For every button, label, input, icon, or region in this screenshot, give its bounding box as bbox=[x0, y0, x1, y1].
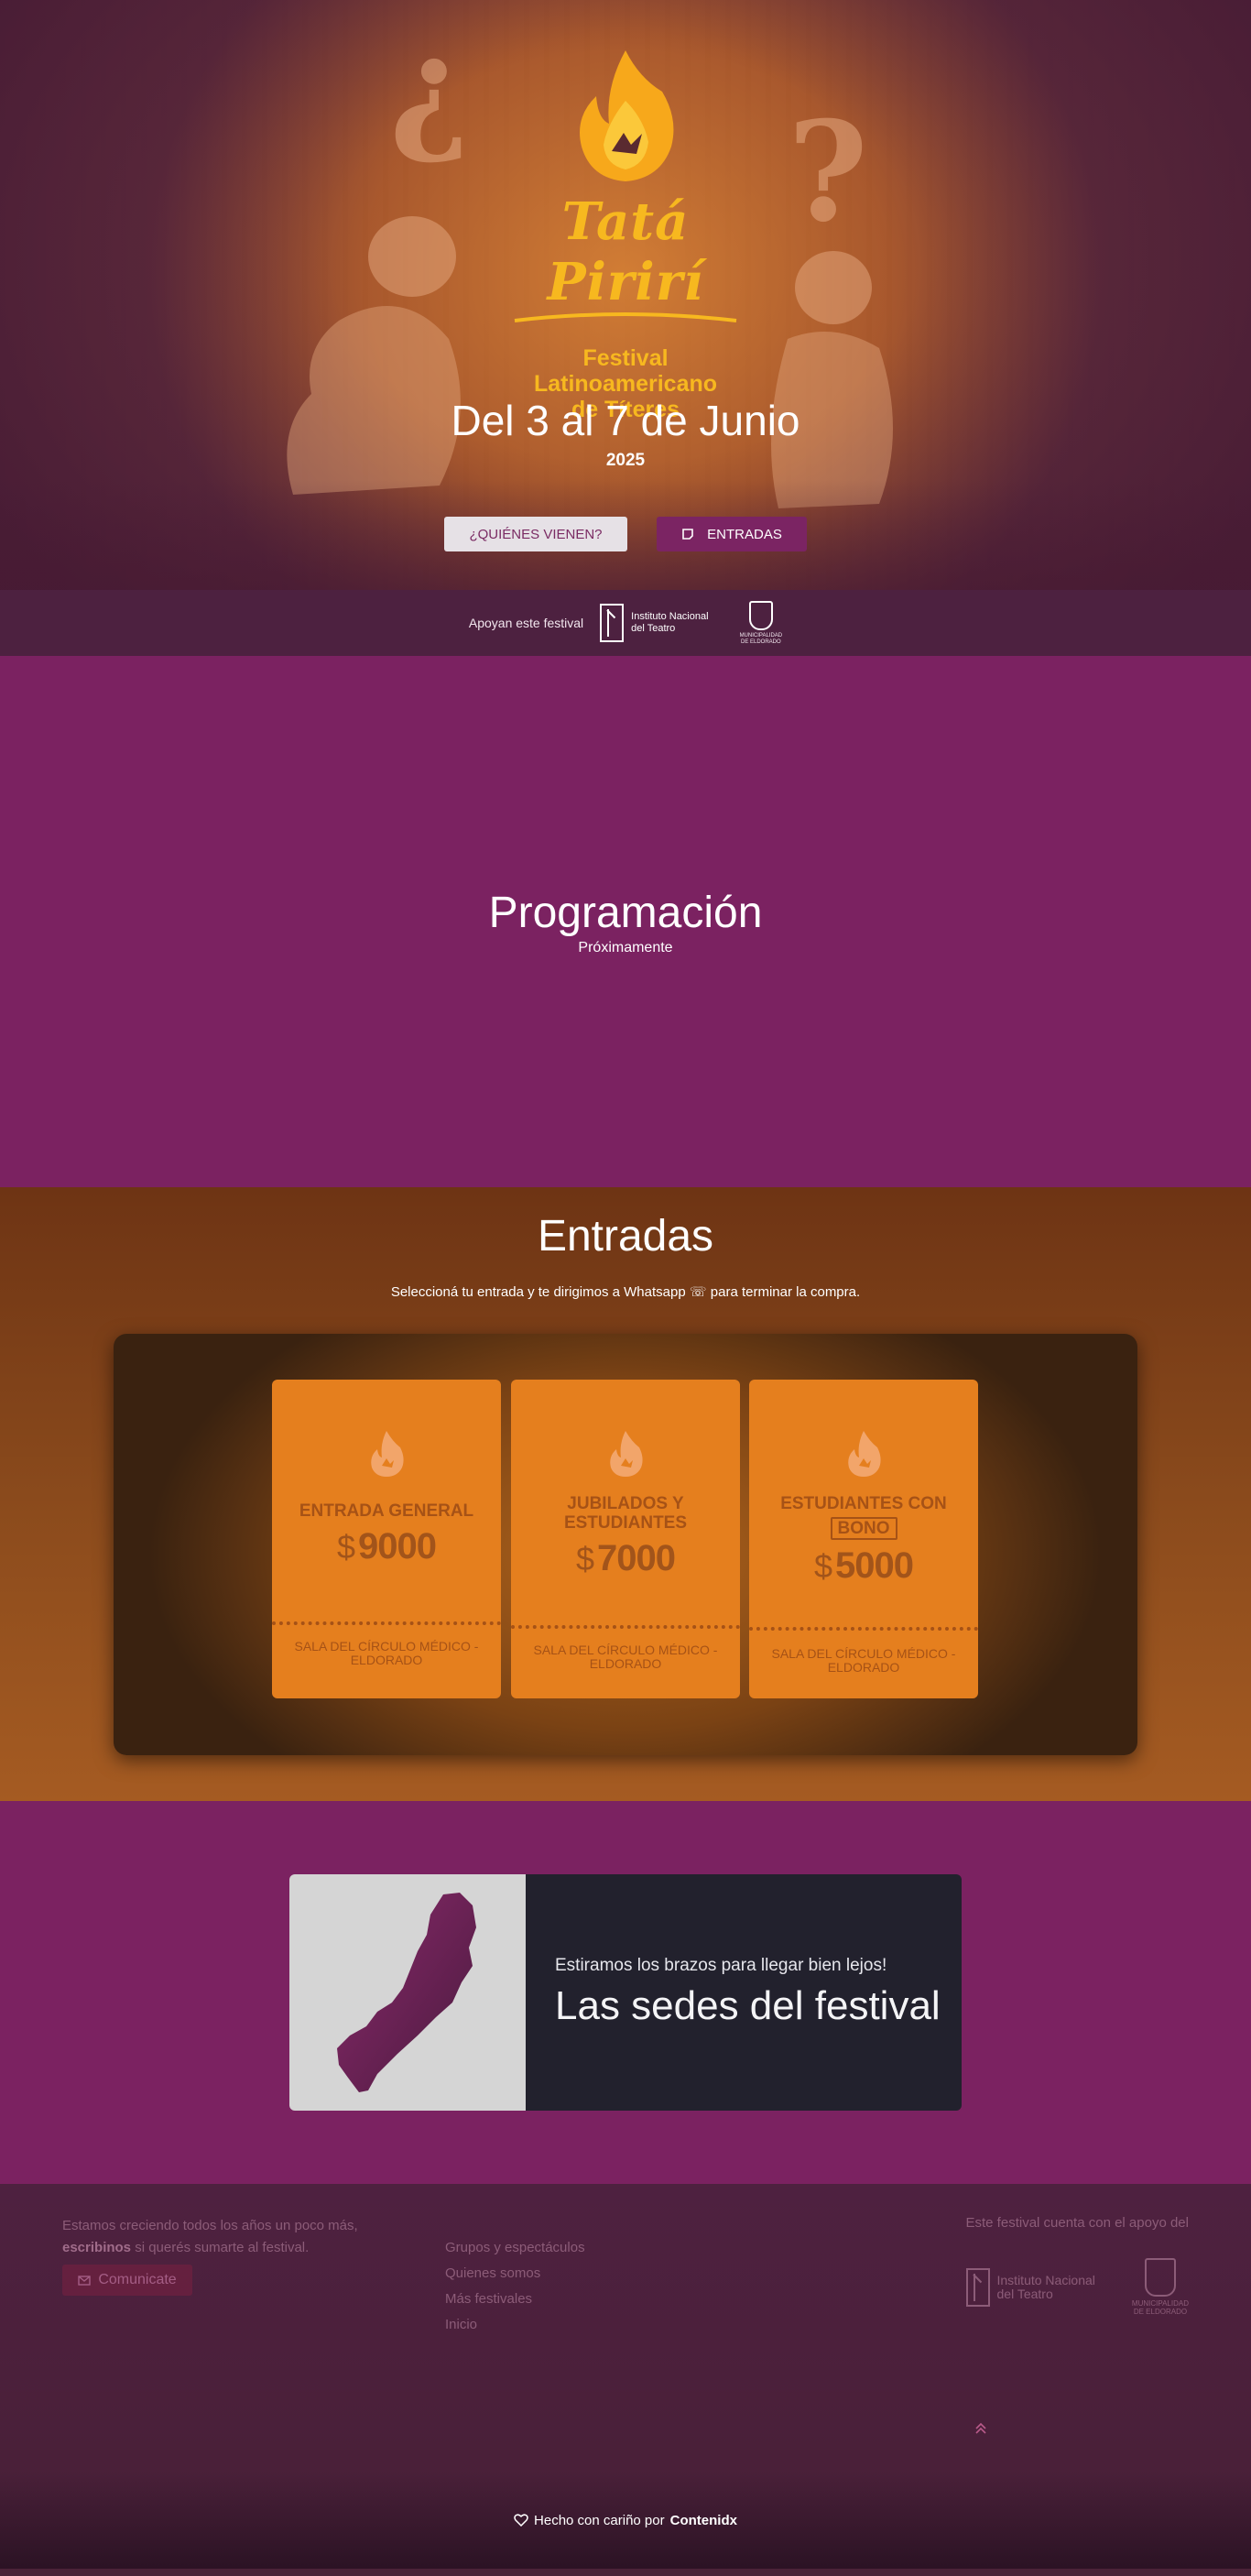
entradas-title: Entradas bbox=[537, 1212, 714, 1261]
ticket-perforation bbox=[272, 1621, 501, 1625]
muni-line2: DE ELDORADO bbox=[741, 639, 781, 645]
instituto-nacional-teatro-logo: Instituto Nacional del Teatro bbox=[965, 2267, 1095, 2307]
footer-link-grupos[interactable]: Grupos y espectáculos bbox=[445, 2235, 585, 2261]
instituto-nacional-teatro-logo: Instituto Nacional del Teatro bbox=[600, 604, 709, 642]
ticket-icon bbox=[682, 529, 693, 540]
inst-line1: Instituto Nacional bbox=[996, 2272, 1095, 2287]
sedes-section: Estiramos los brazos para llegar bien le… bbox=[0, 1801, 1251, 2184]
entradas-button-label: ENTRADAS bbox=[707, 526, 782, 542]
sedes-info: Estiramos los brazos para llegar bien le… bbox=[526, 1874, 962, 2111]
entradas-section: Entradas Seleccioná tu entrada y te diri… bbox=[0, 1187, 1251, 1801]
logo-subtitle-line1: Festival Latinoamericano bbox=[533, 345, 718, 397]
price-value: 9000 bbox=[358, 1526, 437, 1566]
right-puppet-image bbox=[771, 251, 893, 508]
contenidx-link[interactable]: Contenidx bbox=[670, 2513, 737, 2528]
made-with-text: Hecho con cariño por bbox=[534, 2512, 665, 2528]
hero-section: ? ? Tatá Pirirí Festival Latinoamericano… bbox=[0, 0, 1251, 590]
ticket-name: ESTUDIANTES CON BONO bbox=[749, 1494, 978, 1540]
flame-logo-icon bbox=[580, 50, 674, 181]
inst-line2: del Teatro bbox=[631, 623, 676, 634]
price-value: 5000 bbox=[835, 1545, 914, 1586]
municipalidad-eldorado-logo: MUNICIPALIDAD DE ELDORADO bbox=[739, 600, 783, 646]
inst-line2: del Teatro bbox=[996, 2286, 1053, 2301]
ticket-name: ENTRADA GENERAL bbox=[299, 1501, 474, 1521]
question-mark-prop: ? bbox=[788, 92, 868, 253]
flame-icon bbox=[371, 1431, 404, 1477]
inverted-question-mark-prop: ? bbox=[389, 27, 470, 189]
misiones-map-image bbox=[289, 1874, 526, 2111]
flame-icon bbox=[848, 1431, 881, 1477]
support-label: Apoyan este festival bbox=[468, 616, 584, 630]
festival-logo: Tatá Pirirí Festival Latinoamericano de … bbox=[488, 46, 763, 422]
sedes-lead: Estiramos los brazos para llegar bien le… bbox=[555, 1956, 887, 1975]
shield-icon bbox=[1144, 2258, 1176, 2297]
footer-text: Estamos creciendo todos los años un poco… bbox=[62, 2215, 374, 2259]
currency-symbol: $ bbox=[336, 1528, 355, 1566]
footer-link-quienes-somos[interactable]: Quienes somos bbox=[445, 2261, 585, 2287]
ticket-name-text: ESTUDIANTES CON bbox=[780, 1494, 947, 1513]
tickets-panel: ENTRADA GENERAL $9000 SALA DEL CÍRCULO M… bbox=[114, 1334, 1137, 1755]
footer-logos: Instituto Nacional del Teatro MUNICIPALI… bbox=[965, 2258, 1189, 2316]
ticket-card[interactable]: JUBILADOS Y ESTUDIANTES $7000 SALA DEL C… bbox=[511, 1380, 740, 1698]
escribinos-link[interactable]: escribinos bbox=[62, 2240, 131, 2255]
municipalidad-eldorado-logo: MUNICIPALIDAD DE ELDORADO bbox=[1132, 2258, 1189, 2316]
entradas-subtitle: Seleccioná tu entrada y te dirigimos a W… bbox=[390, 1284, 861, 1300]
muni-line1: MUNICIPALIDAD bbox=[1131, 2299, 1189, 2308]
envelope-icon bbox=[78, 2275, 92, 2286]
ticket-price: $9000 bbox=[272, 1526, 501, 1567]
ticket-name: JUBILADOS Y ESTUDIANTES bbox=[563, 1494, 688, 1533]
currency-symbol: $ bbox=[575, 1540, 594, 1577]
footer-credits: Hecho con cariño por Contenidx bbox=[0, 2472, 1251, 2569]
ticket-perforation bbox=[511, 1625, 740, 1629]
footer-link-mas-festivales[interactable]: Más festivales bbox=[445, 2287, 585, 2312]
entradas-button[interactable]: ENTRADAS bbox=[657, 517, 807, 551]
shield-icon bbox=[748, 600, 773, 630]
muni-line1: MUNICIPALIDAD bbox=[739, 632, 783, 639]
inst-line1: Instituto Nacional bbox=[631, 611, 709, 622]
price-value: 7000 bbox=[597, 1538, 676, 1578]
sedes-card[interactable]: Estiramos los brazos para llegar bien le… bbox=[289, 1874, 962, 2111]
currency-symbol: $ bbox=[813, 1547, 832, 1585]
footer-contact: Estamos creciendo todos los años un poco… bbox=[62, 2215, 374, 2296]
footer-support: Este festival cuenta con el apoyo del In… bbox=[965, 2215, 1190, 2316]
support-bar: Apoyan este festival Instituto Nacional … bbox=[0, 590, 1251, 656]
ticket-card[interactable]: ENTRADA GENERAL $9000 SALA DEL CÍRCULO M… bbox=[272, 1380, 501, 1698]
ticket-price: $7000 bbox=[511, 1538, 740, 1579]
programacion-section: Programación Próximamente bbox=[0, 656, 1251, 1187]
footer: Estamos creciendo todos los años un poco… bbox=[0, 2184, 1251, 2569]
muni-line2: DE ELDORADO bbox=[1133, 2308, 1188, 2316]
inst-mark-icon bbox=[600, 604, 625, 642]
logo-title: Tatá Pirirí bbox=[547, 191, 704, 312]
ticket-perforation bbox=[749, 1627, 978, 1631]
programacion-subtitle: Próximamente bbox=[578, 939, 673, 955]
quienes-vienen-button[interactable]: ¿QUIÉNES VIENEN? bbox=[444, 517, 627, 551]
scroll-to-top-icon[interactable] bbox=[974, 2420, 987, 2440]
logo-underline bbox=[514, 312, 737, 322]
sedes-title: Las sedes del festival bbox=[555, 1983, 941, 2028]
footer-nav: Grupos y espectáculos Quienes somos Más … bbox=[445, 2235, 585, 2338]
festival-dates: Del 3 al 7 de Junio bbox=[451, 397, 800, 444]
bono-badge: BONO bbox=[830, 1517, 897, 1540]
footer-text-part2: si querés sumarte al festival. bbox=[135, 2240, 310, 2255]
flame-icon bbox=[610, 1431, 643, 1477]
comunicate-label: Comunicate bbox=[98, 2272, 177, 2287]
ticket-price: $5000 bbox=[749, 1545, 978, 1587]
festival-year: 2025 bbox=[605, 451, 646, 470]
footer-link-inicio[interactable]: Inicio bbox=[445, 2312, 585, 2338]
inst-mark-icon bbox=[965, 2267, 990, 2307]
comunicate-button[interactable]: Comunicate bbox=[62, 2265, 192, 2296]
footer-support-label: Este festival cuenta con el apoyo del bbox=[965, 2215, 1190, 2231]
ticket-venue: SALA DEL CÍRCULO MÉDICO - ELDORADO bbox=[294, 1639, 479, 1667]
ticket-venue: SALA DEL CÍRCULO MÉDICO - ELDORADO bbox=[771, 1646, 956, 1675]
ticket-venue: SALA DEL CÍRCULO MÉDICO - ELDORADO bbox=[533, 1643, 718, 1671]
programacion-title: Programación bbox=[488, 888, 763, 937]
ticket-card[interactable]: ESTUDIANTES CON BONO $5000 SALA DEL CÍRC… bbox=[749, 1380, 978, 1698]
hero-buttons: ¿QUIÉNES VIENEN? ENTRADAS bbox=[0, 517, 1251, 551]
footer-text-part1: Estamos creciendo todos los años un poco… bbox=[62, 2218, 358, 2233]
heart-icon bbox=[514, 2514, 528, 2527]
